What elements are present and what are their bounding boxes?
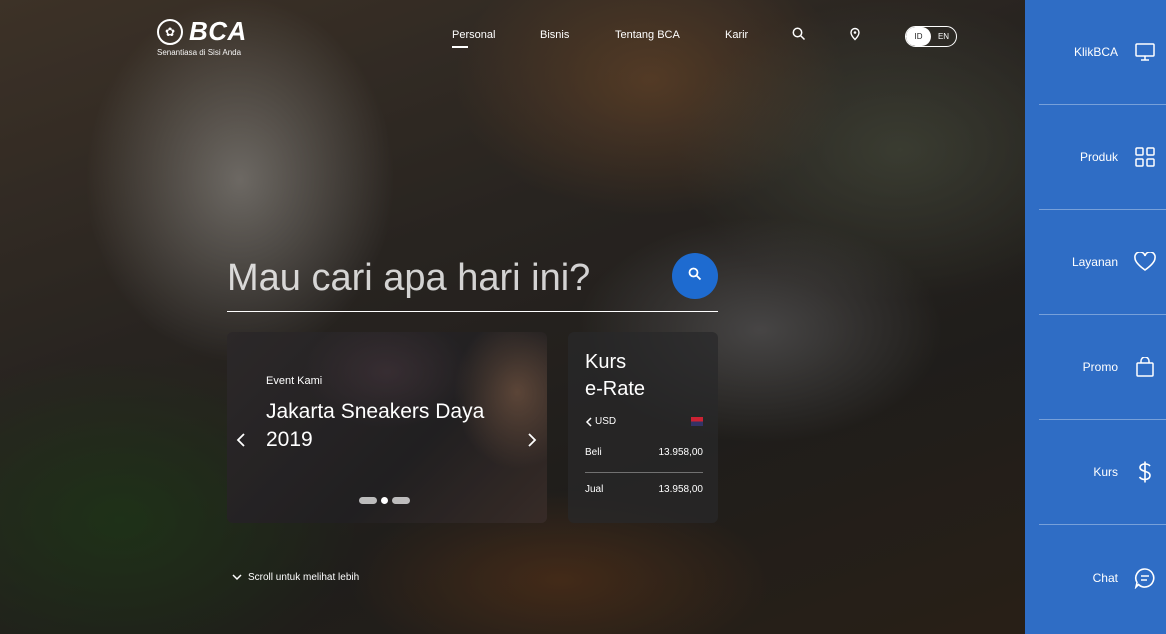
monitor-icon xyxy=(1134,41,1156,63)
kurs-title-line2: e-Rate xyxy=(585,378,646,400)
carousel-prev-button[interactable] xyxy=(232,430,250,450)
chevron-right-icon xyxy=(528,433,537,447)
chat-icon xyxy=(1134,567,1156,589)
logo-tagline: Senantiasa di Sisi Anda xyxy=(157,48,242,57)
kurs-row-value: 13.958,00 xyxy=(658,447,704,458)
carousel-dot-active[interactable] xyxy=(381,497,388,504)
chevron-down-icon xyxy=(232,574,242,581)
sidebar-item-klikbca[interactable]: KlikBCA xyxy=(1039,0,1166,105)
currency-selector[interactable]: USD xyxy=(585,416,703,427)
dollar-icon xyxy=(1134,461,1156,483)
kurs-title-line1: Kurs xyxy=(585,351,627,373)
search-icon[interactable] xyxy=(792,27,806,41)
kurs-row-jual: Jual 13.958,00 xyxy=(585,484,703,495)
sidebar-item-produk[interactable]: Produk xyxy=(1039,105,1166,210)
divider xyxy=(585,472,703,473)
bca-emblem-icon: ✿ xyxy=(157,18,183,45)
search-submit-button[interactable] xyxy=(672,253,718,299)
hero-search xyxy=(227,250,718,312)
bag-icon xyxy=(1134,356,1156,378)
event-kicker: Event Kami xyxy=(266,375,323,387)
nav-item-tentang-bca[interactable]: Tentang BCA xyxy=(615,29,680,41)
nav-item-personal[interactable]: Personal xyxy=(452,29,495,48)
sidebar-item-label: Produk xyxy=(1079,150,1118,164)
sidebar-item-layanan[interactable]: Layanan xyxy=(1039,210,1166,315)
kurs-row-value: 13.958,00 xyxy=(658,484,704,495)
kurs-card: Kurs e-Rate USD Beli 13.958,00 Jual 13.9… xyxy=(568,332,718,523)
carousel-dots xyxy=(359,497,410,504)
sidebar-item-kurs[interactable]: Kurs xyxy=(1039,420,1166,525)
kurs-row-label: Jual xyxy=(585,484,604,495)
language-toggle: ID EN xyxy=(905,26,957,47)
carousel-dot[interactable] xyxy=(359,497,377,504)
flag-icon xyxy=(691,417,703,426)
sidebar-item-chat[interactable]: Chat xyxy=(1039,525,1166,630)
kurs-row-label: Beli xyxy=(585,447,602,458)
heart-icon xyxy=(1134,251,1156,273)
sidebar-item-promo[interactable]: Promo xyxy=(1039,315,1166,420)
carousel-next-button[interactable] xyxy=(523,430,541,450)
nav-item-karir[interactable]: Karir xyxy=(725,29,748,41)
lang-option-en[interactable]: EN xyxy=(931,27,956,46)
hero-background xyxy=(0,0,1025,634)
sidebar-item-label: Kurs xyxy=(1093,465,1118,479)
scroll-hint[interactable]: Scroll untuk melihat lebih xyxy=(232,572,359,583)
nav-item-bisnis[interactable]: Bisnis xyxy=(540,29,569,41)
event-carousel[interactable]: Event Kami Jakarta Sneakers Daya 2019 xyxy=(227,332,547,523)
sidebar-item-label: Chat xyxy=(1092,570,1118,585)
event-title: Jakarta Sneakers Daya 2019 xyxy=(266,400,485,451)
search-input[interactable] xyxy=(227,254,657,302)
grid-icon xyxy=(1134,146,1156,168)
location-pin-icon[interactable] xyxy=(848,27,862,41)
chevron-left-icon xyxy=(236,433,245,447)
lang-option-id[interactable]: ID xyxy=(906,27,931,46)
kurs-row-beli: Beli 13.958,00 xyxy=(585,447,703,458)
scroll-hint-label: Scroll untuk melihat lebih xyxy=(248,572,360,583)
sidebar-item-label: Layanan xyxy=(1071,255,1118,269)
sidebar-item-label: Promo xyxy=(1082,360,1118,374)
sidebar-item-label: KlikBCA xyxy=(1073,45,1118,59)
currency-code: USD xyxy=(595,416,617,427)
carousel-dot[interactable] xyxy=(392,497,410,504)
right-sidebar: KlikBCA Produk Layanan Promo Kurs Chat xyxy=(1025,0,1166,634)
chevron-left-icon xyxy=(585,416,592,427)
search-icon xyxy=(688,267,702,286)
bca-logo[interactable]: ✿ BCA Senantiasa di Sisi Anda xyxy=(157,16,247,57)
logo-wordmark: BCA xyxy=(189,16,247,46)
